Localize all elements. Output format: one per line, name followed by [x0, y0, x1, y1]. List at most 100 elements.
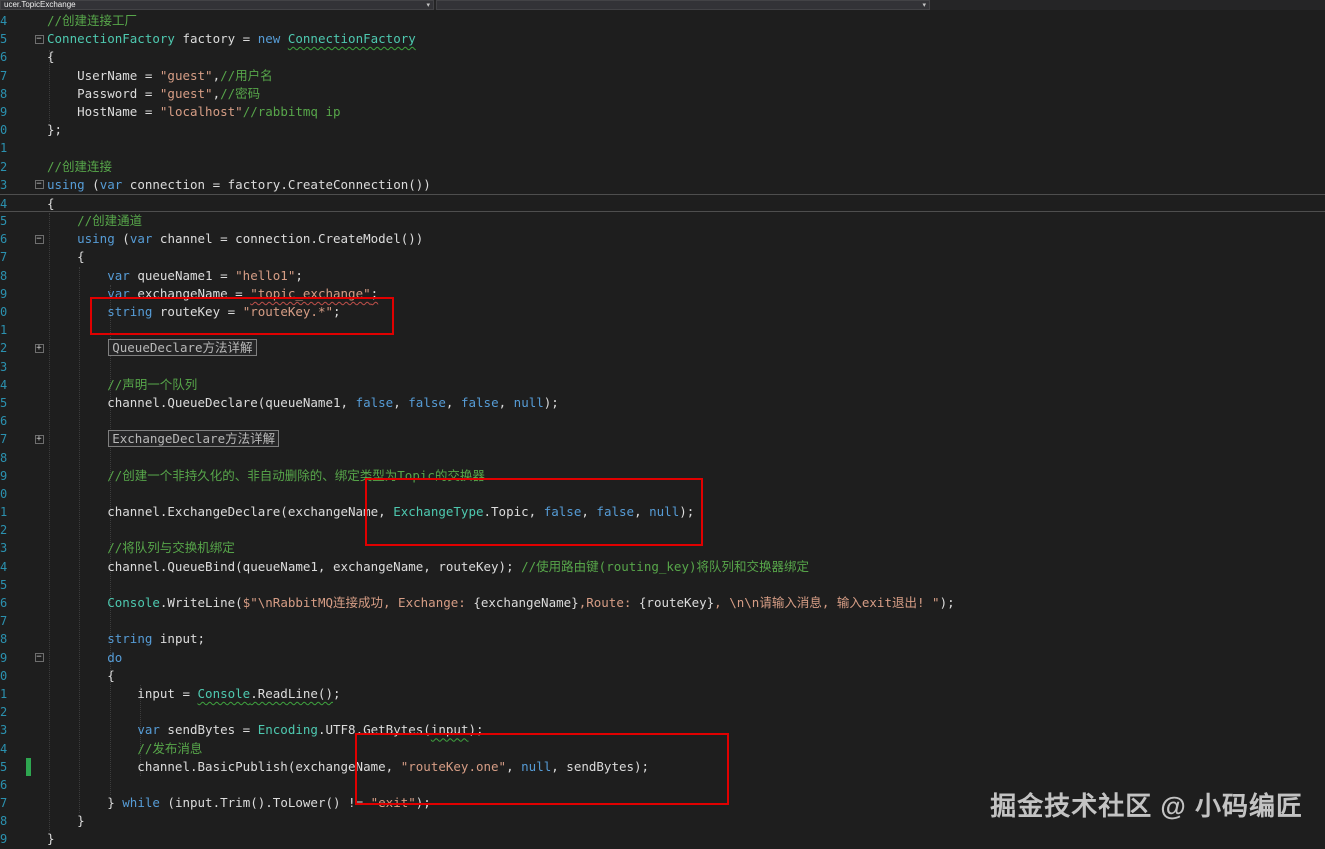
fold-expand-icon[interactable]: +	[34, 343, 44, 353]
fold-expand-icon[interactable]: +	[34, 434, 44, 444]
fold-collapse-icon[interactable]: −	[34, 34, 44, 44]
code-line[interactable]: 4 //发布消息	[0, 740, 1325, 758]
code-text: //创建一个非持久化的、非自动删除的、绑定类型为Topic的交换器	[107, 467, 485, 483]
line-number: 4	[0, 14, 8, 28]
code-line[interactable]: 0 string routeKey = "routeKey.*";	[0, 303, 1325, 321]
code-line[interactable]: 1	[0, 321, 1325, 339]
line-number: 8	[0, 814, 8, 829]
fold-collapse-icon[interactable]: −	[34, 234, 44, 244]
code-line[interactable]: 9}	[0, 830, 1325, 848]
line-number: 9	[0, 104, 8, 119]
code-text: {	[47, 249, 85, 265]
code-line[interactable]: 0};	[0, 121, 1325, 139]
code-line[interactable]: 2	[0, 703, 1325, 721]
line-number: 6	[0, 777, 8, 792]
code-line[interactable]: 6	[0, 412, 1325, 430]
code-text: input = Console.ReadLine();	[47, 685, 341, 701]
code-text: {	[47, 667, 115, 683]
code-line[interactable]: 7 + ExchangeDeclare方法详解	[0, 430, 1325, 448]
code-line[interactable]: 0 {	[0, 667, 1325, 685]
code-line[interactable]: 3 //将队列与交换机绑定	[0, 539, 1325, 557]
line-number: 7	[0, 614, 8, 629]
code-line[interactable]: 2 //创建连接	[0, 158, 1325, 176]
code-text: //发布消息	[137, 740, 203, 756]
code-line[interactable]: 9 HostName = "localhost"//rabbitmq ip	[0, 103, 1325, 121]
code-text: var sendBytes = Encoding.UTF8.GetBytes(i…	[137, 722, 484, 738]
line-number: 2	[0, 523, 8, 538]
code-line[interactable]: 5 channel.QueueDeclare(queueName1, false…	[0, 394, 1325, 412]
code-line[interactable]: 4 //声明一个队列	[0, 376, 1325, 394]
line-number: 4	[0, 377, 8, 392]
code-line[interactable]: 5 //创建通道	[0, 212, 1325, 230]
code-editor[interactable]: 4//创建连接工厂 5− ConnectionFactory factory = n…	[0, 10, 1325, 849]
code-text: var queueName1 = "hello1";	[107, 267, 303, 283]
code-line[interactable]: 5 channel.BasicPublish(exchangeName, "ro…	[0, 757, 1325, 776]
code-line[interactable]: 7 {	[0, 248, 1325, 266]
line-number: 0	[0, 123, 8, 138]
code-text: string routeKey = "routeKey.*";	[107, 304, 341, 319]
code-line[interactable]: 5 − ConnectionFactory factory = new Connec…	[0, 30, 1325, 48]
line-number: 9	[0, 468, 8, 483]
code-text: channel.ExchangeDeclare(exchangeName, Ex…	[47, 504, 695, 520]
code-text: Console.WriteLine($"\nRabbitMQ连接成功, Exch…	[107, 595, 955, 610]
line-number: 9	[0, 650, 8, 665]
line-number: 6	[0, 232, 8, 247]
code-line[interactable]: 7 UserName = "guest",//用户名	[0, 67, 1325, 85]
code-text: //创建通道	[77, 213, 143, 229]
code-line[interactable]: 5	[0, 576, 1325, 594]
fold-collapse-icon[interactable]: −	[34, 180, 44, 190]
chevron-down-icon: ▾	[922, 1, 926, 9]
line-number: 6	[0, 414, 8, 429]
member-dropdown[interactable]: ▾	[436, 0, 930, 10]
code-line[interactable]: 9 var exchangeName = "topic_exchange";	[0, 285, 1325, 303]
line-number: 9	[0, 832, 8, 847]
line-number: 0	[0, 305, 8, 319]
code-line[interactable]: 3	[0, 358, 1325, 376]
watermark: 掘金技术社区 @ 小码编匠	[990, 791, 1303, 821]
code-text: channel.QueueBind(queueName1, exchangeNa…	[47, 558, 810, 574]
code-text: ConnectionFactory factory = new Connecti…	[47, 31, 416, 47]
line-number: 1	[0, 505, 8, 520]
code-line[interactable]: 2 + QueueDeclare方法详解	[0, 339, 1325, 357]
code-line[interactable]: 0	[0, 485, 1325, 503]
code-line[interactable]: 8 Password = "guest",//密码	[0, 85, 1325, 103]
code-line[interactable]: 7	[0, 612, 1325, 630]
code-text: string input;	[107, 631, 206, 647]
code-line[interactable]: 2	[0, 521, 1325, 539]
code-line[interactable]: 9 //创建一个非持久化的、非自动删除的、绑定类型为Topic的交换器	[0, 467, 1325, 485]
code-line[interactable]: 1	[0, 139, 1325, 157]
class-dropdown[interactable]: ucer.TopicExchange ▾	[0, 0, 434, 10]
line-number: 5	[0, 395, 8, 410]
fold-collapse-icon[interactable]: −	[34, 653, 44, 663]
code-line[interactable]: 8	[0, 449, 1325, 467]
line-number: 3	[0, 541, 8, 556]
code-text: UserName = "guest",//用户名	[47, 67, 273, 83]
line-number: 7	[0, 250, 8, 265]
code-text: do	[107, 649, 123, 665]
code-line[interactable]: 4 //创建连接工厂	[0, 12, 1325, 30]
code-line[interactable]: 6{	[0, 48, 1325, 66]
code-line[interactable]: 3 − using (var connection = factory.Create…	[0, 176, 1325, 194]
line-number: 0	[0, 486, 8, 501]
code-text: {	[47, 49, 55, 65]
code-text: //创建连接工厂	[47, 13, 138, 28]
code-line[interactable]: 8 var queueName1 = "hello1";	[0, 267, 1325, 285]
line-number: 4	[0, 559, 8, 574]
code-line[interactable]: 6 Console.WriteLine($"\nRabbitMQ连接成功, Ex…	[0, 594, 1325, 612]
line-number: 8	[0, 268, 8, 283]
code-text: };	[47, 122, 63, 138]
line-number: 2	[0, 341, 8, 356]
code-line[interactable]: 4{	[0, 193, 1325, 213]
line-number: 8	[0, 632, 8, 647]
code-line[interactable]: 9 − do	[0, 649, 1325, 667]
code-line[interactable]: 6 − using (var channel = connection.Creat…	[0, 230, 1325, 248]
code-line[interactable]: 4 channel.QueueBind(queueName1, exchange…	[0, 558, 1325, 576]
code-line[interactable]: 1 channel.ExchangeDeclare(exchangeName, …	[0, 503, 1325, 521]
code-text: }	[47, 831, 55, 847]
code-line[interactable]: 8 string input;	[0, 630, 1325, 648]
line-number: 0	[0, 668, 8, 683]
line-number: 6	[0, 50, 8, 65]
line-number: 6	[0, 596, 8, 610]
code-line[interactable]: 3 var sendBytes = Encoding.UTF8.GetBytes…	[0, 721, 1325, 739]
code-line[interactable]: 1 input = Console.ReadLine();	[0, 685, 1325, 703]
